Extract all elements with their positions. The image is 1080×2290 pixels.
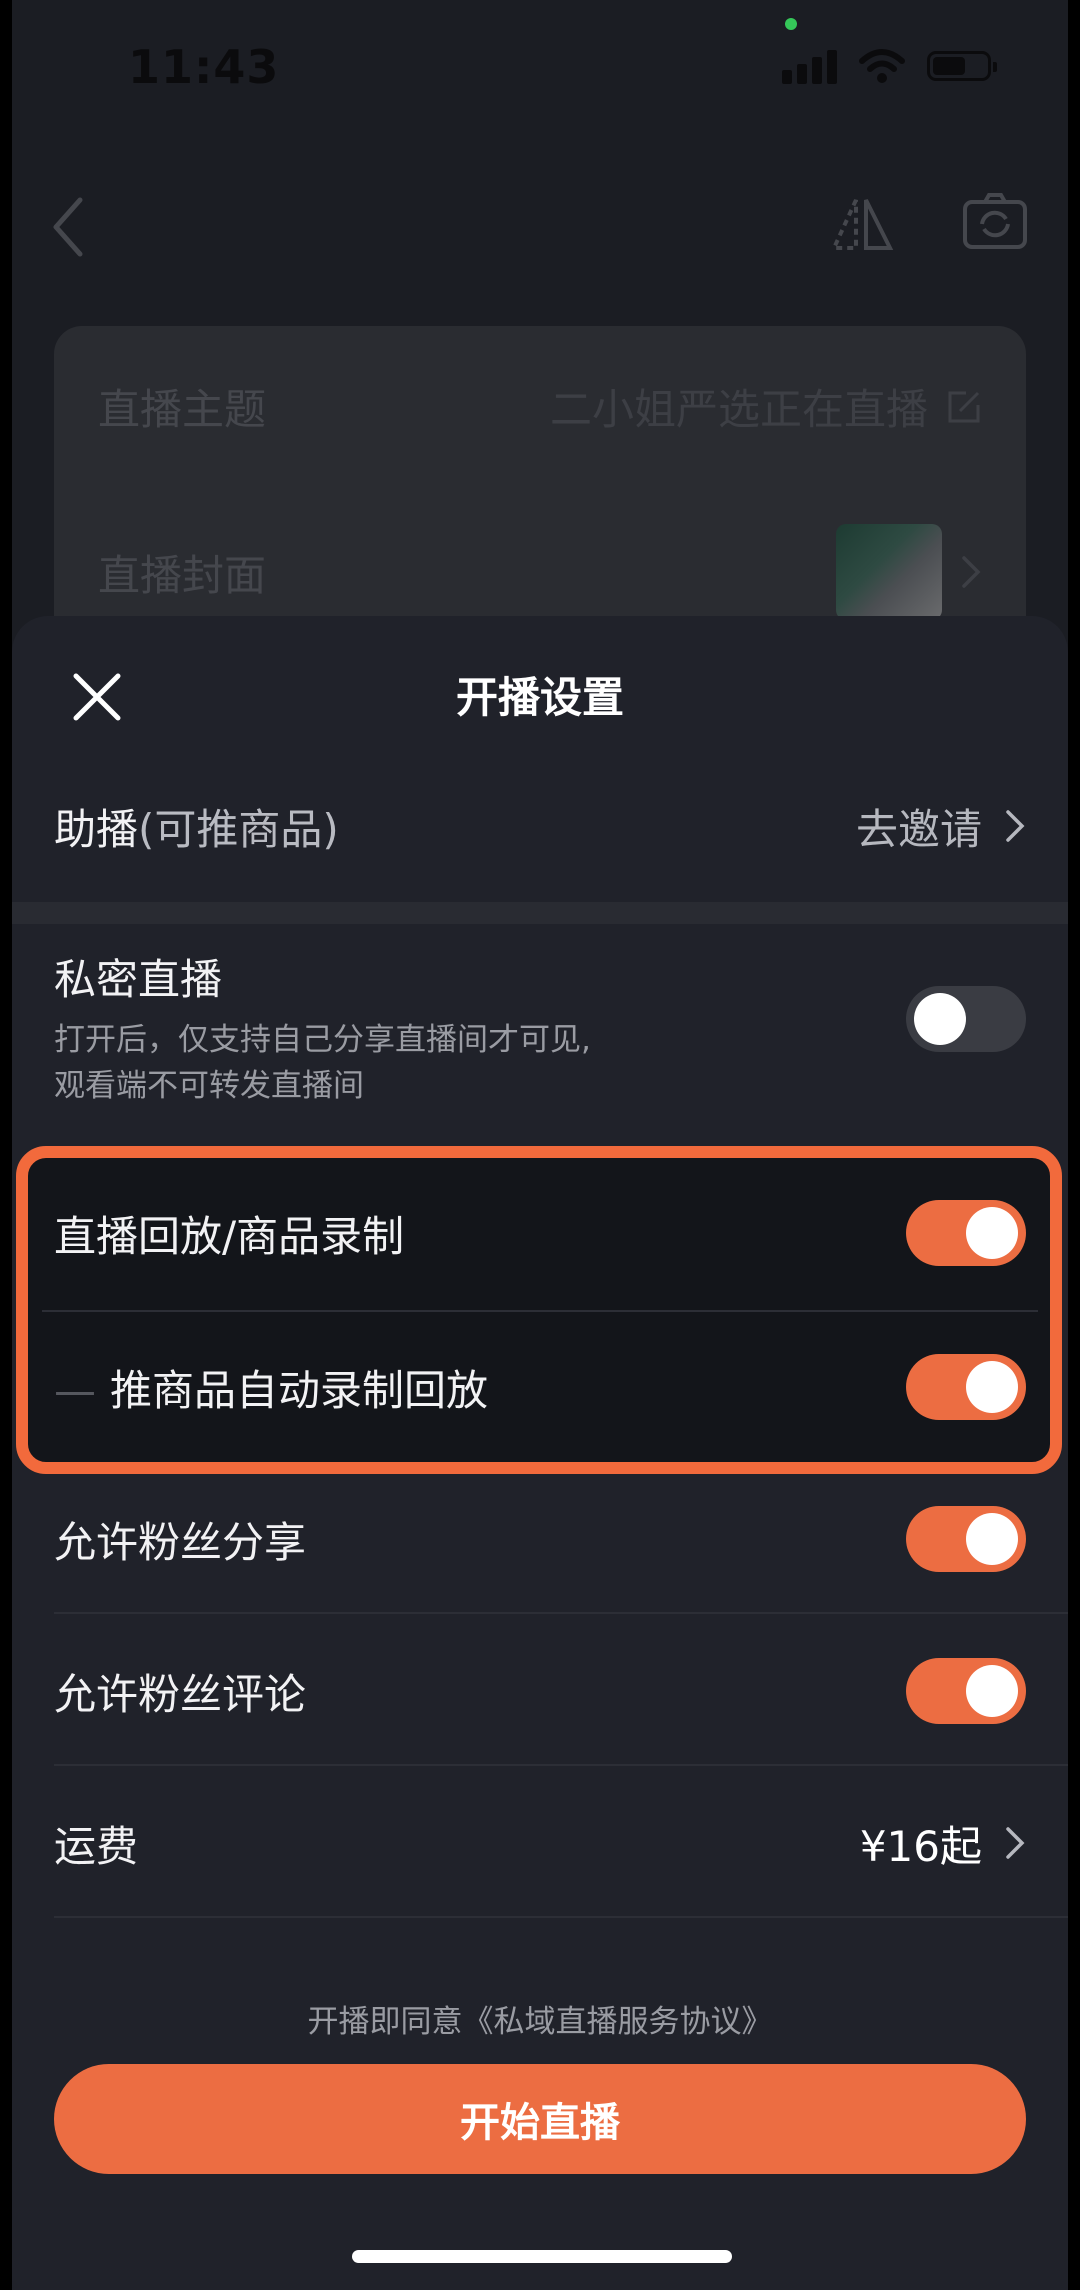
row-divider <box>42 1310 1038 1312</box>
topic-value: 二小姐严选正在直播 <box>549 385 928 434</box>
allow-comment-label: 允许粉丝评论 <box>54 1669 307 1719</box>
auto-record-label: — 推商品自动录制回放 <box>54 1357 488 1418</box>
battery-icon <box>927 51 997 81</box>
allow-share-toggle[interactable] <box>906 1506 1026 1572</box>
start-live-button[interactable]: 开始直播 <box>54 2064 1026 2174</box>
mic-indicator-icon <box>785 18 797 30</box>
shipping-row[interactable]: 运费 ¥16起 <box>54 1788 1026 1898</box>
auto-record-text: 推商品自动录制回放 <box>110 1365 489 1415</box>
invite-action[interactable]: 去邀请 <box>856 796 1026 857</box>
row-divider <box>54 1916 1068 1918</box>
toggle-knob <box>914 993 966 1045</box>
auto-record-toggle[interactable] <box>906 1354 1026 1420</box>
shipping-label: 运费 <box>54 1821 139 1871</box>
agreement-text[interactable]: 开播即同意《私域直播服务协议》 <box>12 1996 1068 2041</box>
chevron-right-icon <box>1006 810 1025 842</box>
toggle-knob <box>966 1665 1018 1717</box>
mirror-icon[interactable] <box>830 196 894 252</box>
assistant-label-suffix: (可推商品) <box>138 804 339 854</box>
auto-record-row: — 推商品自动录制回放 <box>54 1332 1026 1442</box>
section-separator <box>12 902 1068 924</box>
chevron-right-icon <box>1006 1827 1025 1859</box>
back-arrow-icon[interactable] <box>48 196 88 258</box>
cellular-signal-icon <box>782 48 837 84</box>
sheet-title: 开播设置 <box>455 673 624 722</box>
home-indicator[interactable] <box>352 2250 732 2263</box>
screen: 11:43 直播主题 二小姐严选正在直播 直播封面 开播设置 助播(可推商品) … <box>12 0 1068 2290</box>
replay-row: 直播回放/商品录制 <box>54 1178 1026 1288</box>
allow-share-row: 允许粉丝分享 <box>54 1484 1026 1594</box>
topic-label: 直播主题 <box>98 385 267 434</box>
private-live-desc-1: 打开后，仅支持自己分享直播间才可见, <box>54 1022 591 1058</box>
cover-label: 直播封面 <box>98 550 267 600</box>
replay-label: 直播回放/商品录制 <box>54 1211 405 1261</box>
assistant-label-text: 助播 <box>54 804 139 854</box>
assistant-label: 助播(可推商品) <box>54 796 339 857</box>
replay-toggle[interactable] <box>906 1200 1026 1266</box>
wifi-icon <box>859 49 905 83</box>
row-divider <box>54 1612 1068 1614</box>
private-live-text: 私密直播 打开后，仅支持自己分享直播间才可见, 观看端不可转发直播间 <box>54 946 591 1109</box>
invite-text: 去邀请 <box>855 804 982 854</box>
flip-camera-icon[interactable] <box>962 192 1028 250</box>
allow-comment-row: 允许粉丝评论 <box>54 1636 1026 1746</box>
assistant-row[interactable]: 助播(可推商品) 去邀请 <box>54 776 1026 876</box>
cover-thumbnail <box>836 524 942 620</box>
private-live-toggle[interactable] <box>906 986 1026 1052</box>
private-live-desc-2: 观看端不可转发直播间 <box>54 1068 364 1104</box>
toggle-knob <box>966 1361 1018 1413</box>
row-divider <box>54 1764 1068 1766</box>
live-info-card: 直播主题 二小姐严选正在直播 直播封面 <box>54 326 1026 666</box>
private-live-label: 私密直播 <box>54 955 223 1004</box>
allow-comment-toggle[interactable] <box>906 1658 1026 1724</box>
chevron-right-icon <box>962 556 981 588</box>
status-icons <box>782 48 997 84</box>
indent-dash: — <box>54 1365 96 1415</box>
toggle-knob <box>966 1513 1018 1565</box>
allow-share-label: 允许粉丝分享 <box>54 1517 307 1567</box>
edit-icon <box>948 391 980 422</box>
shipping-value-group: ¥16起 <box>860 1813 1026 1874</box>
live-settings-sheet: 开播设置 助播(可推商品) 去邀请 私密直播 打开后，仅支持自己分享直播间才可见… <box>12 616 1068 2290</box>
topic-row[interactable]: 直播主题 二小姐严选正在直播 <box>98 376 982 437</box>
cover-row[interactable]: 直播封面 <box>98 524 982 620</box>
private-live-row: 私密直播 打开后，仅支持自己分享直播间才可见, 观看端不可转发直播间 <box>54 946 1026 1104</box>
status-time: 11:43 <box>128 40 280 94</box>
toggle-knob <box>966 1207 1018 1259</box>
shipping-value: ¥16起 <box>859 1821 982 1871</box>
